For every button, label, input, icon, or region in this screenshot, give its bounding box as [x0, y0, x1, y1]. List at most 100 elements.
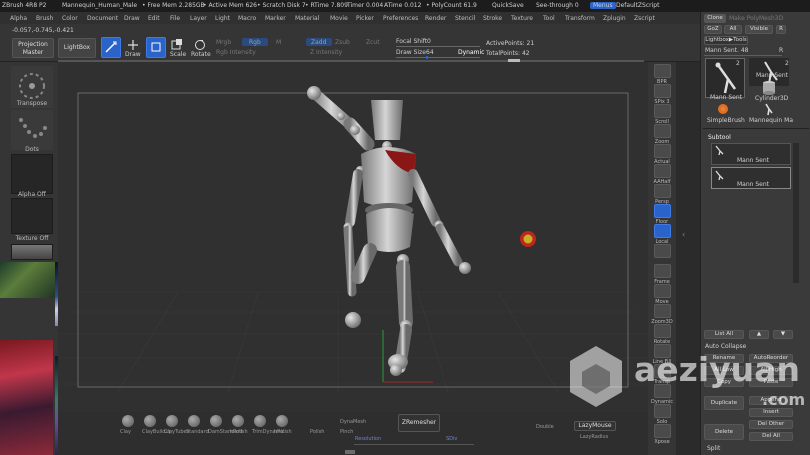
bpr-icon[interactable] — [654, 64, 671, 78]
zoom3d-icon[interactable] — [654, 304, 671, 318]
xpose-icon[interactable] — [654, 424, 671, 438]
menu-file[interactable]: File — [170, 15, 180, 22]
menu-render[interactable]: Render — [425, 15, 446, 22]
rotate-icon[interactable] — [193, 39, 207, 51]
lightbox-button[interactable]: LightBox — [58, 38, 96, 58]
move-up-button[interactable]: ▲ — [749, 330, 769, 339]
sdiv-slider[interactable]: SDiv — [446, 436, 457, 442]
menu-texture[interactable]: Texture — [511, 15, 533, 22]
lightbox-tools-button[interactable]: Lightbox▶Tools — [704, 36, 748, 45]
rotate-icon[interactable] — [654, 324, 671, 338]
cylinder-icon[interactable] — [761, 80, 777, 96]
menu-alpha[interactable]: Alpha — [10, 15, 27, 22]
make-polymesh-button[interactable]: Make PolyMesh3D — [729, 15, 783, 22]
brush-claybuildup-icon[interactable] — [144, 415, 156, 427]
menu-stencil[interactable]: Stencil — [455, 15, 475, 22]
menu-edit[interactable]: Edit — [148, 15, 160, 22]
scale-icon[interactable] — [170, 39, 184, 51]
lazymouse-button[interactable]: LazyMouse — [574, 421, 616, 431]
draw-size-handle[interactable] — [426, 56, 428, 59]
delete-button[interactable]: Delete — [704, 424, 744, 440]
actual-icon[interactable] — [654, 144, 671, 158]
collapse-arrow-icon[interactable]: ‹ — [682, 230, 685, 239]
zcut-button[interactable]: Zcut — [366, 39, 380, 46]
aahalf-icon[interactable] — [654, 164, 671, 178]
draw-size-label[interactable]: Draw Size — [396, 49, 426, 56]
del-all-button[interactable]: Del All — [749, 432, 793, 441]
simplebrush-icon[interactable] — [717, 103, 729, 115]
texture-tile[interactable] — [11, 198, 53, 234]
subtool-scrollbar[interactable] — [793, 143, 799, 283]
brush-claytubes-icon[interactable] — [166, 415, 178, 427]
split-section[interactable]: Split — [707, 445, 720, 452]
goz-button[interactable]: GoZ — [704, 25, 722, 34]
canvas-viewport[interactable] — [58, 62, 648, 412]
clone-button[interactable]: Clone — [704, 14, 726, 23]
menu-layer[interactable]: Layer — [190, 15, 207, 22]
menu-draw[interactable]: Draw — [124, 15, 140, 22]
scene-canvas[interactable] — [58, 62, 648, 412]
r-button-2[interactable]: R — [779, 47, 783, 54]
resolution-slider[interactable]: Resolution — [355, 436, 381, 442]
menus-button[interactable]: Menus — [590, 2, 616, 9]
menu-stroke[interactable]: Stroke — [483, 15, 502, 22]
menu-material[interactable]: Material — [295, 15, 319, 22]
default-zscript-button[interactable]: DefaultZScript — [616, 2, 659, 9]
move-mode-button[interactable] — [146, 37, 166, 58]
brush-standard-icon[interactable] — [188, 415, 200, 427]
visible-button[interactable]: Visible — [745, 25, 773, 34]
dynamesh-button[interactable]: DynaMesh — [340, 419, 366, 425]
blank-icon[interactable] — [654, 244, 671, 258]
brush-hpolish-icon[interactable] — [232, 415, 244, 427]
menu-marker[interactable]: Marker — [265, 15, 286, 22]
floor-icon[interactable] — [654, 204, 671, 218]
zoom-icon[interactable] — [654, 124, 671, 138]
pinch-brush-label[interactable]: Pinch — [340, 429, 353, 435]
menu-zscript[interactable]: Zscript — [634, 15, 655, 22]
dots-stroke-tile[interactable] — [11, 110, 53, 150]
rgb-intensity-slider[interactable]: Rgb Intensity — [216, 49, 256, 56]
all-button[interactable]: All — [724, 25, 742, 34]
r-button[interactable]: R — [776, 25, 786, 34]
subtool-header[interactable]: Subtool — [708, 134, 731, 141]
move-down-button[interactable]: ▼ — [773, 330, 793, 339]
edit-mode-button[interactable] — [101, 37, 121, 58]
quicksave-button[interactable]: QuickSave — [492, 2, 524, 9]
focal-shift-track[interactable] — [396, 46, 480, 47]
menu-zplugin[interactable]: Zplugin — [603, 15, 626, 22]
alpha-tile[interactable] — [11, 154, 53, 194]
brush-hpolish-icon[interactable] — [276, 415, 288, 427]
resolution-track[interactable] — [354, 444, 474, 445]
tool-slider[interactable] — [704, 55, 782, 56]
focal-shift-label[interactable]: Focal Shift — [396, 38, 427, 45]
frame-icon[interactable] — [654, 264, 671, 278]
zsub-button[interactable]: Zsub — [335, 39, 350, 46]
list-all-button[interactable]: List All — [704, 330, 744, 339]
scroll-icon[interactable] — [654, 104, 671, 118]
persp-icon[interactable] — [654, 184, 671, 198]
menu-color[interactable]: Color — [62, 15, 78, 22]
brush-trimdynamic-icon[interactable] — [254, 415, 266, 427]
double-toggle[interactable]: Double — [536, 424, 554, 430]
move-icon[interactable] — [654, 284, 671, 298]
menu-brush[interactable]: Brush — [36, 15, 53, 22]
material-tile[interactable] — [11, 244, 53, 260]
projection-master-button[interactable]: Projection Master — [12, 38, 54, 58]
local-icon[interactable] — [654, 224, 671, 238]
zremesher-button[interactable]: ZRemesher — [398, 414, 440, 432]
see-through-slider[interactable]: See-through 0 — [536, 2, 579, 9]
m-button[interactable]: M — [276, 39, 281, 46]
menu-movie[interactable]: Movie — [330, 15, 348, 22]
lazyradius-slider[interactable]: LazyRadius — [580, 434, 608, 440]
menu-macro[interactable]: Macro — [238, 15, 256, 22]
mannequin-model[interactable] — [307, 86, 471, 376]
draw-size-track[interactable] — [396, 57, 480, 58]
menu-transform[interactable]: Transform — [565, 15, 595, 22]
zadd-button[interactable]: Zadd — [306, 38, 332, 46]
del-other-button[interactable]: Del Other — [749, 420, 793, 429]
brush-clay-icon[interactable] — [122, 415, 134, 427]
mrgb-button[interactable]: Mrgb — [216, 39, 231, 46]
z-intensity-slider[interactable]: Z Intensity — [310, 49, 342, 56]
polish-brush-label[interactable]: Polish — [310, 429, 324, 435]
brush-damstandard-icon[interactable] — [210, 415, 222, 427]
